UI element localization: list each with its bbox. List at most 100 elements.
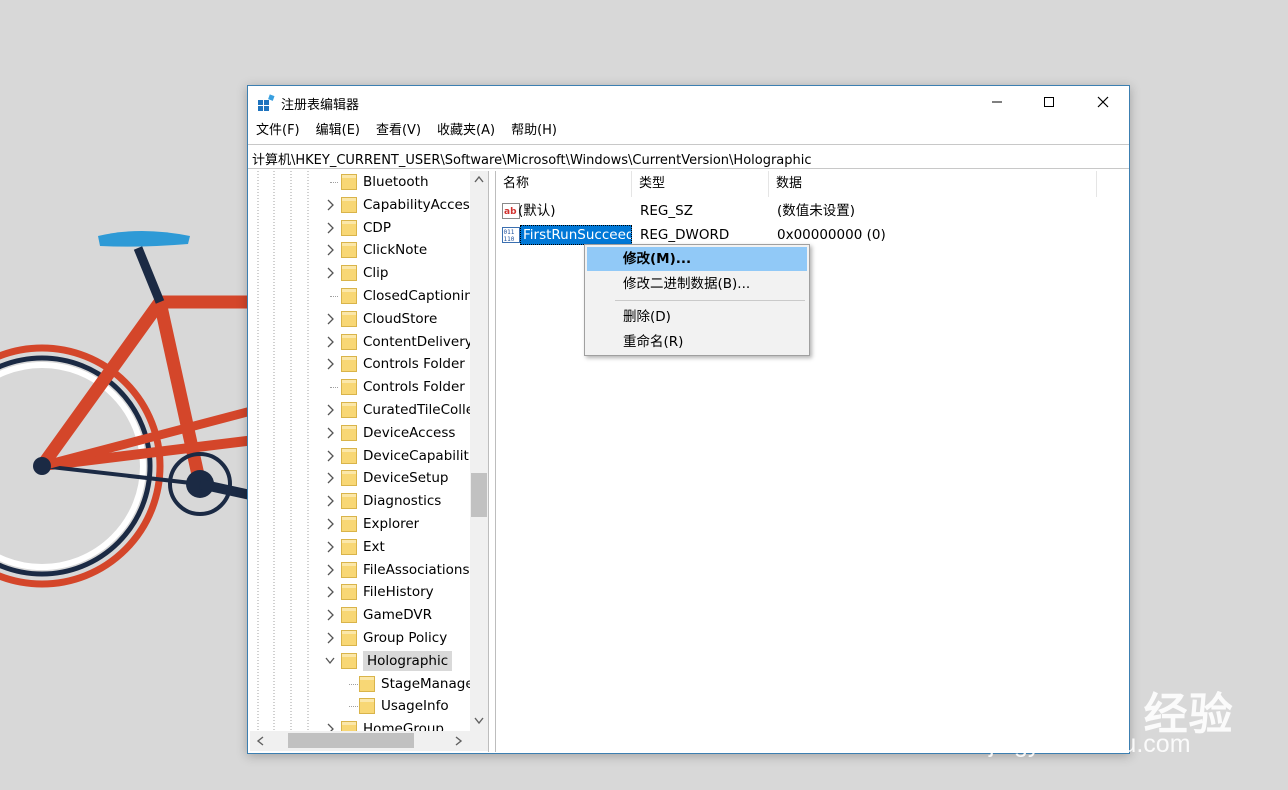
chevron-right-icon[interactable]: [325, 427, 335, 439]
chevron-right-icon[interactable]: [325, 313, 335, 325]
context-menu-modify[interactable]: 修改(M)...: [587, 247, 807, 271]
tree-item-label: FileHistory: [363, 584, 434, 601]
folder-icon: [341, 607, 357, 624]
chevron-right-icon[interactable]: [325, 518, 335, 530]
tree-item[interactable]: Ext: [250, 536, 475, 558]
title-bar[interactable]: 注册表编辑器: [248, 86, 1129, 118]
tree-item[interactable]: FileHistory: [250, 581, 475, 603]
tree-item-label: Diagnostics: [363, 493, 442, 510]
svg-text:ab: ab: [504, 207, 517, 217]
folder-icon: [341, 652, 357, 669]
chevron-right-icon[interactable]: [325, 609, 335, 621]
tree-item[interactable]: Explorer: [250, 513, 475, 535]
tree-item[interactable]: DeviceAccess: [250, 422, 475, 444]
tree-vertical-scrollbar[interactable]: [470, 171, 488, 731]
tree-item-label: ContentDeliveryManager: [363, 333, 470, 350]
tree-item[interactable]: Controls Folder: [250, 353, 475, 375]
tree-vertical-scroll-thumb[interactable]: [471, 473, 487, 517]
tree-item-label: Holographic: [363, 650, 453, 671]
folder-icon: [341, 356, 357, 373]
scroll-left-icon[interactable]: [256, 736, 264, 746]
tree-item[interactable]: StageManagement: [250, 673, 475, 695]
tree-item[interactable]: Diagnostics: [250, 490, 475, 512]
maximize-button[interactable]: [1023, 86, 1075, 118]
tree-item[interactable]: ClosedCaptioning: [250, 285, 475, 307]
menu-file[interactable]: 文件(F): [248, 120, 308, 142]
context-menu-modify-binary[interactable]: 修改二进制数据(B)...: [587, 272, 807, 296]
tree-item-label: CuratedTileCollections: [363, 402, 470, 418]
tree-item[interactable]: CloudStore: [250, 308, 475, 330]
chevron-right-icon[interactable]: [325, 450, 335, 462]
chevron-right-icon[interactable]: [325, 199, 335, 211]
context-menu-rename[interactable]: 重命名(R): [587, 330, 807, 354]
tree-item-label: CapabilityAccess: [363, 196, 470, 213]
tree-item[interactable]: Holographic: [250, 650, 475, 672]
tree-item-label: ClosedCaptioning: [363, 288, 470, 304]
menu-help[interactable]: 帮助(H): [503, 120, 565, 142]
tree-horizontal-scroll-thumb[interactable]: [288, 733, 414, 748]
chevron-right-icon[interactable]: [325, 336, 335, 348]
tree-guide-dash: [330, 387, 338, 389]
menu-edit[interactable]: 编辑(E): [308, 120, 368, 142]
tree-item[interactable]: CDP: [250, 217, 475, 239]
menu-favorites[interactable]: 收藏夹(A): [429, 120, 503, 142]
tree-item-label: Group Policy: [363, 630, 448, 646]
chevron-right-icon[interactable]: [325, 564, 335, 576]
scroll-up-icon[interactable]: [474, 175, 484, 183]
registry-editor-app-icon: [258, 94, 275, 111]
tree-item[interactable]: ClickNote: [250, 239, 475, 261]
tree-horizontal-scrollbar[interactable]: [250, 731, 488, 751]
chevron-right-icon[interactable]: [325, 244, 335, 256]
tree-item-label: Controls Folder: [363, 356, 465, 373]
minimize-button[interactable]: [971, 86, 1023, 118]
chevron-right-icon[interactable]: [325, 222, 335, 234]
close-button[interactable]: [1077, 86, 1129, 118]
tree-guide-dash: [349, 706, 358, 708]
tree-item-label: Bluetooth: [363, 174, 429, 190]
folder-icon: [341, 424, 357, 441]
scroll-down-icon[interactable]: [474, 717, 484, 725]
address-bar[interactable]: 计算机\HKEY_CURRENT_USER\Software\Microsoft…: [248, 144, 1129, 169]
close-icon: [1097, 96, 1109, 108]
chevron-right-icon[interactable]: [325, 541, 335, 553]
tree-item[interactable]: Clip: [250, 262, 475, 284]
folder-icon: [341, 333, 357, 350]
folder-icon: [341, 174, 357, 190]
tree-item[interactable]: Controls Folder: [250, 376, 475, 398]
column-header-data[interactable]: 数据: [769, 171, 1097, 197]
chevron-right-icon[interactable]: [325, 586, 335, 598]
tree-item[interactable]: CuratedTileCollections: [250, 399, 475, 421]
chevron-right-icon[interactable]: [325, 632, 335, 644]
tree-item-label: UsageInfo: [381, 698, 449, 715]
chevron-down-icon[interactable]: [325, 655, 335, 667]
folder-icon: [341, 196, 357, 213]
tree-item[interactable]: FileAssociations: [250, 559, 475, 581]
tree-item-label: GameDVR: [363, 607, 432, 624]
tree-item[interactable]: DeviceSetup: [250, 467, 475, 489]
tree-item-label: ClickNote: [363, 242, 428, 259]
list-row-default[interactable]: ab (默认) REG_SZ (数值未设置): [496, 199, 1129, 223]
value-type: REG_SZ: [640, 203, 693, 219]
chevron-right-icon[interactable]: [325, 495, 335, 507]
scroll-right-icon[interactable]: [455, 736, 463, 746]
tree-item[interactable]: GameDVR: [250, 604, 475, 626]
folder-icon: [341, 538, 357, 555]
maximize-icon: [1044, 97, 1054, 107]
tree-item[interactable]: CapabilityAccess: [250, 194, 475, 216]
tree-item[interactable]: Bluetooth: [250, 171, 475, 193]
column-header-name[interactable]: 名称: [496, 171, 632, 197]
chevron-right-icon[interactable]: [325, 404, 335, 416]
key-tree-pane[interactable]: Bluetooth CapabilityAccess CDP ClickNote Cli…: [250, 171, 489, 752]
chevron-right-icon[interactable]: [325, 472, 335, 484]
address-path[interactable]: 计算机\HKEY_CURRENT_USER\Software\Microsoft…: [252, 149, 812, 168]
menu-view[interactable]: 查看(V): [368, 120, 429, 142]
tree-item[interactable]: DeviceCapabilities: [250, 445, 475, 467]
chevron-right-icon[interactable]: [325, 267, 335, 279]
tree-item[interactable]: ContentDeliveryManager: [250, 331, 475, 353]
chevron-right-icon[interactable]: [325, 358, 335, 370]
context-menu-delete[interactable]: 删除(D): [587, 305, 807, 329]
tree-item[interactable]: UsageInfo: [250, 695, 475, 717]
tree-item[interactable]: Group Policy: [250, 627, 475, 649]
tree-item-label: Clip: [363, 265, 389, 282]
column-header-type[interactable]: 类型: [632, 171, 769, 197]
